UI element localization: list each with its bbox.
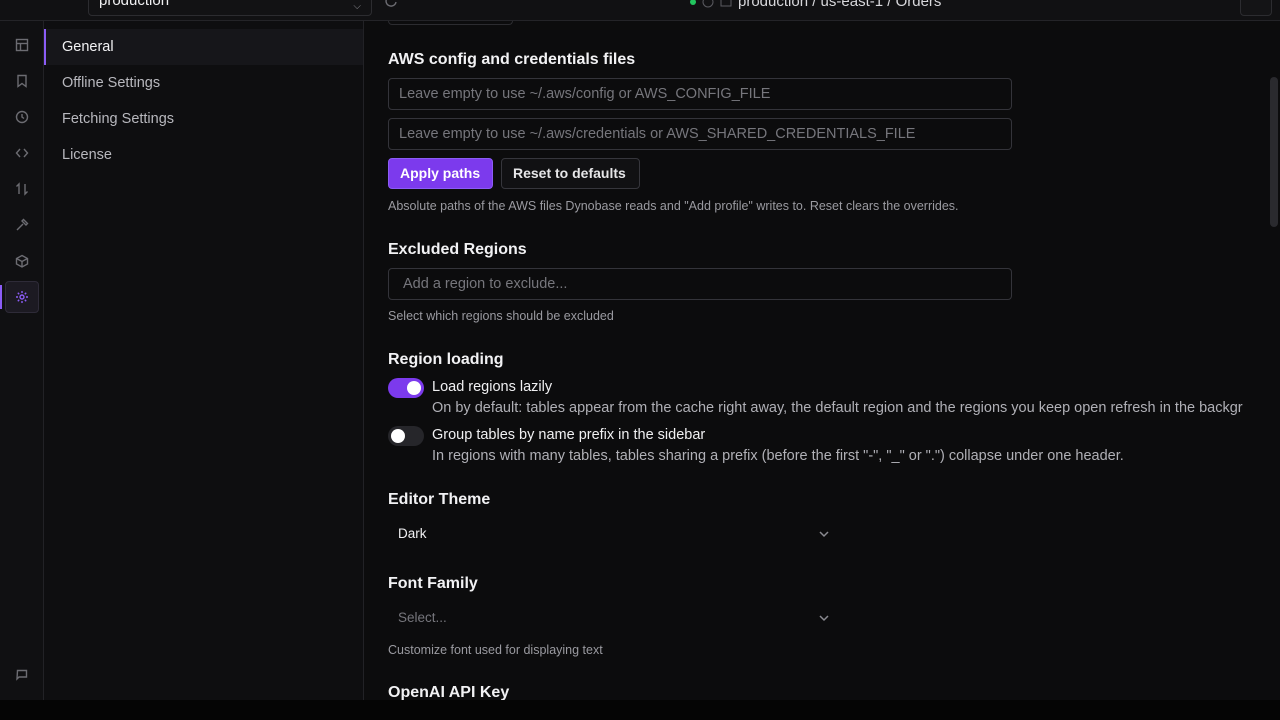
aws-config-path-input[interactable]: Leave empty to use ~/.aws/config or AWS_… [388, 78, 1012, 110]
reset-defaults-button[interactable]: Reset to defaults [501, 158, 640, 189]
nav-item-label: Fetching Settings [62, 111, 175, 127]
content-scrollbar[interactable] [1268, 21, 1280, 700]
exclude-region-input[interactable]: Add a region to exclude... [388, 268, 1012, 300]
nav-item-label: General [62, 39, 114, 55]
tables-rail-button[interactable] [5, 29, 39, 61]
apply-paths-button[interactable]: Apply paths [388, 158, 493, 189]
font-family-select[interactable]: Select... [388, 602, 830, 634]
support-rail-button[interactable] [5, 659, 39, 691]
group-by-prefix-label: Group tables by name prefix in the sideb… [432, 427, 706, 443]
bookmarks-rail-button[interactable] [5, 65, 39, 97]
font-family-help: Customize font used for displaying text [388, 643, 603, 657]
lazy-regions-description: On by default: tables appear from the ca… [432, 400, 1243, 416]
excluded-regions-help: Select which regions should be excluded [388, 309, 614, 323]
icon-rail [0, 21, 44, 700]
editor-theme-title: Editor Theme [388, 491, 491, 508]
toggle-knob [407, 381, 421, 395]
font-family-placeholder: Select... [398, 610, 447, 625]
nav-item-general[interactable]: General [44, 29, 363, 65]
openai-api-key-title: OpenAI API Key [388, 684, 510, 700]
code-rail-button[interactable] [5, 137, 39, 169]
editor-theme-value: Dark [398, 526, 427, 541]
window-bottom-edge [0, 700, 1280, 720]
packages-rail-button[interactable] [5, 245, 39, 277]
nav-item-offline-settings[interactable]: Offline Settings [44, 65, 363, 101]
lazy-regions-label: Load regions lazily [432, 379, 553, 395]
nav-item-label: Offline Settings [62, 75, 161, 91]
chevron-down-icon [819, 531, 829, 538]
import-export-rail-button[interactable] [5, 173, 39, 205]
hammer-icon [16, 218, 29, 231]
excluded-regions-title: Excluded Regions [388, 241, 527, 258]
folder-icon [720, 0, 732, 7]
settings-content: AWS config and credentials files Leave e… [364, 21, 1268, 700]
nav-item-license[interactable]: License [44, 137, 363, 173]
bookmark-icon [17, 74, 27, 88]
group-by-prefix-toggle[interactable] [388, 426, 424, 446]
editor-theme-select[interactable]: Dark [388, 518, 830, 550]
font-family-title: Font Family [388, 575, 478, 592]
gear-icon [16, 291, 28, 303]
breadcrumb-path: production / us-east-1 / Orders [738, 0, 942, 10]
breadcrumb: production / us-east-1 / Orders [690, 0, 941, 10]
history-icon [15, 110, 29, 124]
group-by-prefix-description: In regions with many tables, tables shar… [432, 448, 1124, 464]
tools-rail-button[interactable] [5, 209, 39, 241]
settings-nav: General Offline Settings Fetching Settin… [44, 21, 364, 700]
toggle-knob [391, 429, 405, 443]
nav-item-fetching-settings[interactable]: Fetching Settings [44, 101, 363, 137]
clock-icon [702, 0, 714, 8]
chat-icon [16, 669, 28, 681]
history-rail-button[interactable] [5, 101, 39, 133]
chevron-down-icon: ⌵ [353, 1, 361, 12]
profile-select-value: production [99, 0, 170, 9]
aws-credentials-path-input[interactable]: Leave empty to use ~/.aws/credentials or… [388, 118, 1012, 150]
aws-files-title: AWS config and credentials files [388, 51, 636, 68]
table-icon [15, 38, 29, 52]
lazy-regions-toggle[interactable] [388, 378, 424, 398]
top-bar: production ⌵ production / us-east-1 / Or… [0, 0, 1280, 21]
code-icon [15, 148, 29, 158]
scrollbar-thumb[interactable] [1270, 77, 1278, 227]
rail-active-indicator [0, 285, 2, 309]
previous-control-edge [388, 21, 513, 25]
refresh-icon[interactable] [384, 0, 398, 8]
region-loading-title: Region loading [388, 351, 504, 368]
connection-status-dot [690, 0, 696, 5]
settings-gear-button[interactable] [1240, 0, 1272, 16]
arrows-up-down-icon [16, 182, 28, 196]
settings-rail-button[interactable] [5, 281, 39, 313]
profile-select[interactable]: production ⌵ [88, 0, 372, 16]
aws-files-help: Absolute paths of the AWS files Dynobase… [388, 199, 959, 213]
cube-icon [15, 254, 29, 268]
chevron-down-icon [819, 615, 829, 622]
nav-item-label: License [62, 147, 112, 163]
